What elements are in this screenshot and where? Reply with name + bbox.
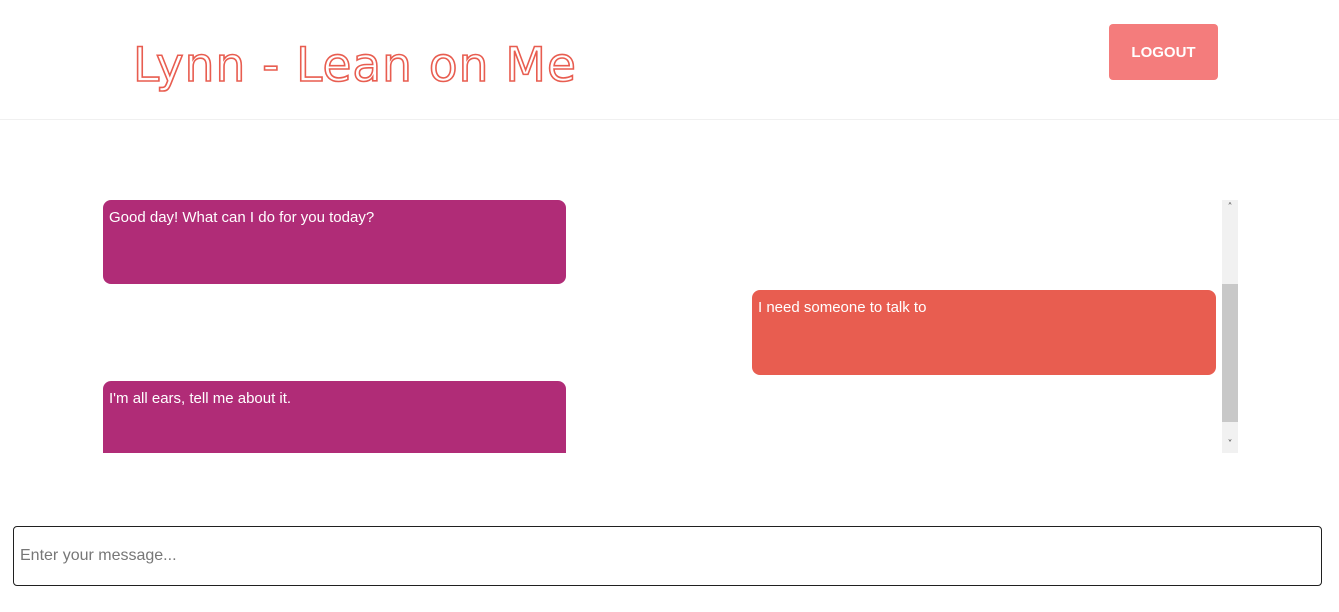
logout-button[interactable]: LOGOUT <box>1109 24 1218 80</box>
chevron-up-icon[interactable]: ˄ <box>1222 200 1238 216</box>
bot-message: Good day! What can I do for you today? <box>103 200 566 284</box>
scrollbar-thumb[interactable] <box>1222 284 1238 422</box>
message-input[interactable] <box>13 526 1322 586</box>
chat-messages[interactable]: Good day! What can I do for you today? I… <box>95 200 1238 453</box>
user-message: I need someone to talk to <box>752 290 1216 375</box>
app-header: Lynn - Lean on Me LOGOUT <box>0 0 1339 120</box>
app-title: Lynn - Lean on Me <box>132 37 577 94</box>
bot-message: I'm all ears, tell me about it. <box>103 381 566 453</box>
chevron-down-icon[interactable]: ˅ <box>1222 437 1238 453</box>
chat-scrollbar[interactable]: ˄ ˅ <box>1222 200 1238 453</box>
